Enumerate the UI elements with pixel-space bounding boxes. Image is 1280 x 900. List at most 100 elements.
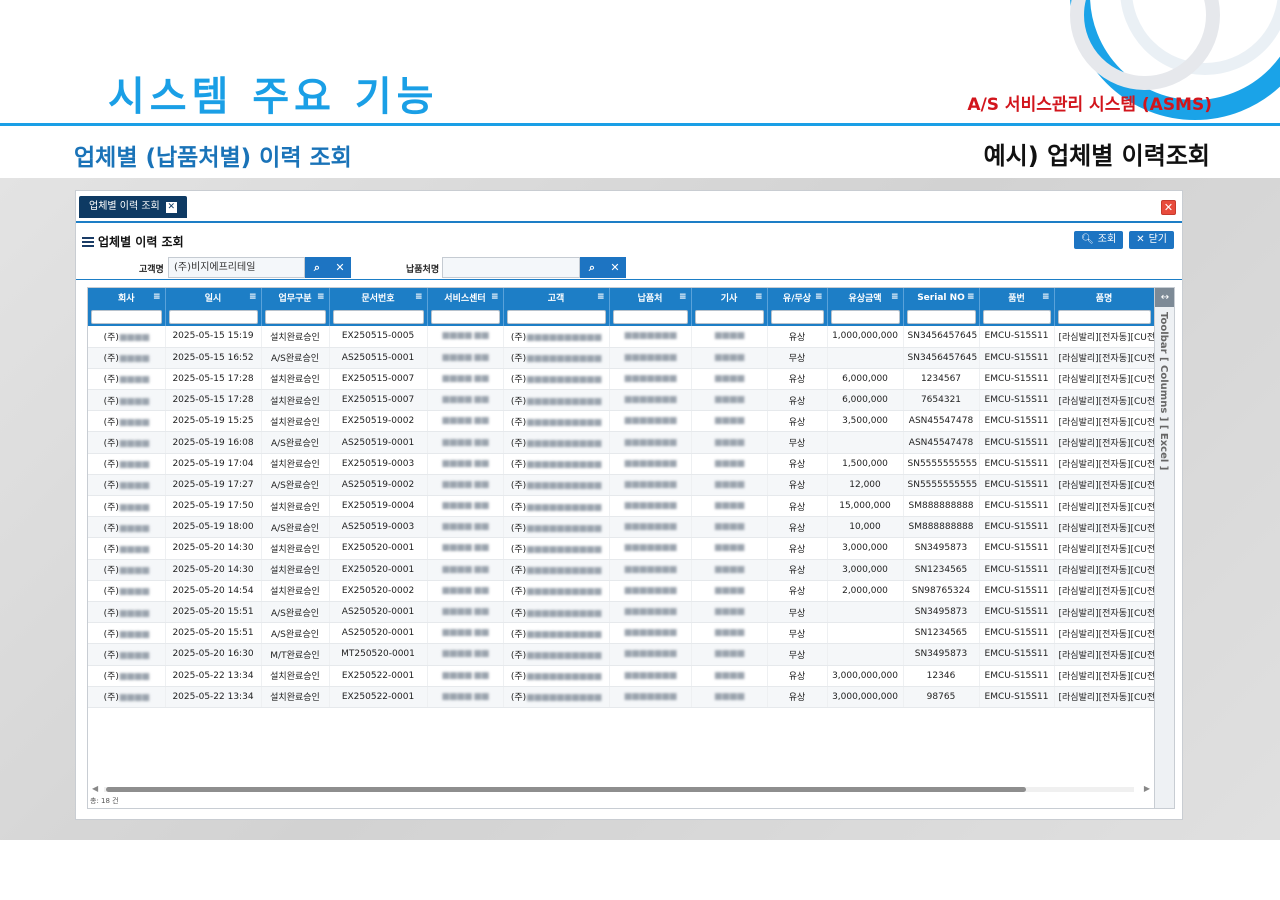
table-row[interactable]: (주)■■■■ 2025-05-20 14:30 설치완료승인 EX250520-00… [88,537,1155,560]
table-row[interactable]: (주)■■■■ 2025-05-20 15:51 A/S완료승인 AS250520-0… [88,622,1155,645]
column-header[interactable]: 유/무상 ≡ [767,288,828,307]
column-filter-input[interactable] [91,309,162,324]
column-filter-input[interactable] [982,309,1051,324]
table-row[interactable]: (주)■■■■ 2025-05-15 15:19 설치완료승인 EX250515-00… [88,326,1155,348]
table-row[interactable]: (주)■■■■ 2025-05-15 16:52 A/S완료승인 AS250515-0… [88,347,1155,369]
scroll-left-icon[interactable]: ◀ [92,784,98,793]
scrollbar-thumb[interactable] [106,787,1026,792]
column-header[interactable]: 회사 ≡ [88,288,166,307]
table-row[interactable]: (주)■■■■ 2025-05-20 14:54 설치완료승인 EX250520-00… [88,580,1155,602]
table-cell[interactable]: AS250520-0001 [329,622,428,645]
table-row[interactable]: (주)■■■■ 2025-05-20 16:30 M/T완료승인 MT250520-0… [88,643,1155,666]
delivery-search-icon[interactable]: ⌕ [580,257,604,278]
table-row[interactable]: (주)■■■■ 2025-05-19 17:50 설치완료승인 EX250519-00… [88,495,1155,518]
tab-close-icon[interactable]: ✕ [165,201,177,213]
delivery-input[interactable] [442,257,580,278]
column-menu-icon[interactable]: ≡ [249,292,257,302]
column-menu-icon[interactable]: ≡ [491,292,499,302]
cell-value: 2025-05-22 13:34 [172,670,254,681]
column-filter-input[interactable] [1057,309,1151,324]
table-cell[interactable]: EX250519-0004 [329,495,428,518]
column-menu-icon[interactable]: ≡ [317,292,325,302]
column-filter-input[interactable] [612,309,688,324]
scroll-right-icon[interactable]: ▶ [1144,784,1150,793]
column-filter-input[interactable] [506,309,606,324]
column-header[interactable]: 기사 ≡ [691,288,768,307]
column-header[interactable]: 문서번호 ≡ [329,288,428,307]
table-row[interactable]: (주)■■■■ 2025-05-15 17:28 설치완료승인 EX250515-00… [88,368,1155,391]
search-button[interactable]: 🔍︎ 조회 [1074,231,1124,249]
table-row[interactable]: (주)■■■■ 2025-05-19 17:27 A/S완료승인 AS250519-0… [88,474,1155,497]
window-close-icon[interactable]: ✕ [1161,200,1176,215]
cell-value: 12,000 [849,479,881,490]
column-header[interactable]: 고객 ≡ [503,288,610,307]
table-cell[interactable]: EX250515-0007 [329,389,428,412]
column-filter-input[interactable] [830,309,900,324]
column-header[interactable]: 품번 ≡ [979,288,1055,307]
table-cell[interactable]: AS250519-0003 [329,516,428,539]
table-cell[interactable]: EX250519-0003 [329,453,428,475]
horizontal-scrollbar[interactable]: ◀ ▶ [92,784,1150,794]
table-cell[interactable]: EX250515-0007 [329,368,428,391]
table-cell[interactable]: EX250520-0001 [329,537,428,560]
column-menu-icon[interactable]: ≡ [967,292,975,302]
column-header[interactable]: 서비스센터 ≡ [427,288,504,307]
column-header[interactable]: Serial NO ≡ [903,288,980,307]
table-row[interactable]: (주)■■■■ 2025-05-22 13:34 설치완료승인 EX250522-00… [88,686,1155,708]
column-header[interactable]: 일시 ≡ [165,288,262,307]
column-filter-input[interactable] [906,309,976,324]
cell-value: (주) [510,544,527,555]
column-filter-input[interactable] [332,309,424,324]
table-cell: (주)■■■■ [88,559,166,581]
side-toolbar-label[interactable]: Toolbar [ Columns ] [ Excel ] [1158,312,1169,470]
close-button[interactable]: ✕ 닫기 [1129,231,1174,249]
table-row[interactable]: (주)■■■■ 2025-05-20 15:51 A/S완료승인 AS250520-0… [88,601,1155,624]
column-header[interactable]: 품명 [1054,288,1155,307]
table-cell: EMCU-S15S11 [979,559,1055,581]
table-cell[interactable]: AS250519-0002 [329,474,428,497]
column-header[interactable]: 업무구분 ≡ [261,288,330,307]
customer-clear-icon[interactable]: ✕ [329,257,351,278]
table-cell[interactable]: EX250522-0001 [329,686,428,708]
table-cell[interactable]: EX250520-0001 [329,559,428,581]
column-header[interactable]: 납품처 ≡ [609,288,692,307]
column-filter-input[interactable] [168,309,258,324]
table-row[interactable]: (주)■■■■ 2025-05-19 15:25 설치완료승인 EX250519-00… [88,410,1155,433]
table-cell[interactable]: EX250515-0005 [329,326,428,348]
expand-arrow-icon[interactable]: ↔ [1155,288,1174,307]
column-filter-input[interactable] [264,309,326,324]
table-row[interactable]: (주)■■■■ 2025-05-20 14:30 설치완료승인 EX250520-00… [88,559,1155,581]
column-header[interactable]: 유상금액 ≡ [827,288,904,307]
table-row[interactable]: (주)■■■■ 2025-05-19 17:04 설치완료승인 EX250519-00… [88,453,1155,475]
redacted-text: ■■■■ [118,608,150,619]
table-cell[interactable]: MT250520-0001 [329,643,428,666]
column-menu-icon[interactable]: ≡ [679,292,687,302]
column-menu-icon[interactable]: ≡ [1042,292,1050,302]
customer-search-icon[interactable]: ⌕ [305,257,329,278]
column-filter-input[interactable] [694,309,764,324]
customer-input[interactable]: (주)비지에프리테일 [168,257,305,278]
table-row[interactable]: (주)■■■■ 2025-05-19 16:08 A/S완료승인 AS250519-0… [88,431,1155,454]
cell-value: 유상 [788,417,806,428]
table-cell[interactable]: AS250515-0001 [329,347,428,369]
table-cell[interactable]: EX250520-0002 [329,580,428,602]
cell-value: 유상 [788,375,806,386]
tab-history[interactable]: 업체별 이력 조회 ✕ [79,196,187,218]
column-menu-icon[interactable]: ≡ [415,292,423,302]
table-cell[interactable]: AS250519-0001 [329,431,428,454]
table-cell[interactable]: AS250520-0001 [329,601,428,624]
column-filter-input[interactable] [770,309,824,324]
table-cell: ■■■■■■■ [609,347,692,369]
column-menu-icon[interactable]: ≡ [597,292,605,302]
table-row[interactable]: (주)■■■■ 2025-05-22 13:34 설치완료승인 EX250522-00… [88,665,1155,687]
table-row[interactable]: (주)■■■■ 2025-05-15 17:28 설치완료승인 EX250515-00… [88,389,1155,412]
column-menu-icon[interactable]: ≡ [755,292,763,302]
table-cell[interactable]: EX250522-0001 [329,665,428,687]
column-menu-icon[interactable]: ≡ [815,292,823,302]
column-menu-icon[interactable]: ≡ [891,292,899,302]
column-menu-icon[interactable]: ≡ [153,292,161,302]
delivery-clear-icon[interactable]: ✕ [604,257,626,278]
table-row[interactable]: (주)■■■■ 2025-05-19 18:00 A/S완료승인 AS250519-0… [88,516,1155,539]
table-cell[interactable]: EX250519-0002 [329,410,428,433]
column-filter-input[interactable] [430,309,500,324]
